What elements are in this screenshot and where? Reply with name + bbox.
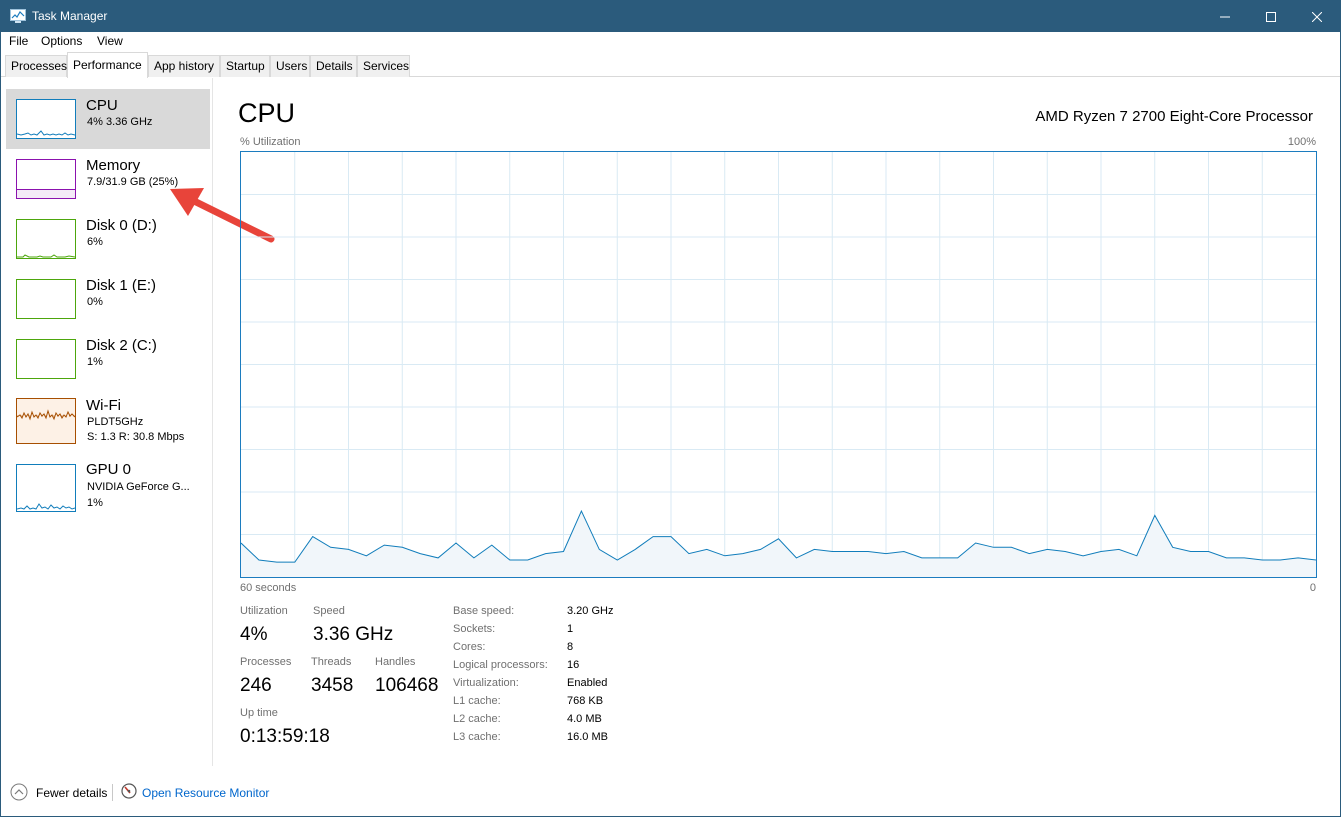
logical-processors-label: Logical processors: bbox=[453, 659, 548, 671]
tab-processes[interactable]: Processes bbox=[5, 55, 67, 77]
sidebar-wifi-ssid: PLDT5GHz bbox=[87, 416, 144, 428]
sidebar-cpu-sub: 4% 3.36 GHz bbox=[87, 116, 153, 128]
handles-label: Handles bbox=[375, 656, 416, 668]
sidebar-item-cpu[interactable]: CPU 4% 3.36 GHz bbox=[6, 89, 210, 149]
open-resource-monitor-link[interactable]: Open Resource Monitor bbox=[142, 786, 269, 800]
l1-cache-value: 768 KB bbox=[567, 695, 604, 707]
uptime-label: Up time bbox=[240, 707, 278, 719]
graph-y-label: % Utilization bbox=[240, 136, 301, 148]
sidebar-cpu-title: CPU bbox=[86, 97, 118, 114]
tab-app-history[interactable]: App history bbox=[148, 55, 220, 77]
sidebar-wifi-title: Wi-Fi bbox=[86, 397, 121, 414]
sidebar-item-memory[interactable]: Memory 7.9/31.9 GB (25%) bbox=[6, 149, 210, 209]
sidebar-disk-1-title: Disk 1 (E:) bbox=[86, 277, 157, 294]
logical-processors-value: 16 bbox=[567, 659, 580, 671]
sidebar-disk-1-sub: 0% bbox=[87, 296, 103, 308]
disk-0-thumbnail-graph bbox=[16, 219, 76, 259]
sidebar-memory-title: Memory bbox=[86, 157, 141, 174]
memory-thumbnail-graph bbox=[16, 159, 76, 199]
tab-bar: Processes Performance App history Startu… bbox=[1, 52, 1340, 78]
tab-performance[interactable]: Performance bbox=[67, 52, 148, 78]
sidebar-wifi-throughput: S: 1.3 R: 30.8 Mbps bbox=[87, 431, 185, 443]
threads-value: 3458 bbox=[311, 675, 354, 696]
gpu-0-thumbnail-graph bbox=[16, 464, 76, 512]
processor-model: AMD Ryzen 7 2700 Eight-Core Processor bbox=[1035, 108, 1313, 125]
base-speed-value: 3.20 GHz bbox=[567, 605, 614, 617]
uptime-value: 0:13:59:18 bbox=[240, 726, 330, 747]
cpu-utilization-graph bbox=[240, 151, 1317, 578]
title-bar[interactable]: Task Manager bbox=[1, 1, 1340, 32]
maximize-icon bbox=[1266, 11, 1276, 22]
virtualization-value: Enabled bbox=[567, 677, 608, 689]
sidebar-item-disk-1[interactable]: Disk 1 (E:) 0% bbox=[6, 269, 210, 329]
base-speed-label: Base speed: bbox=[453, 605, 515, 617]
sidebar-gpu-0-sub: 1% bbox=[87, 497, 103, 509]
cpu-utilization-chart bbox=[241, 152, 1316, 577]
speed-label: Speed bbox=[313, 605, 345, 617]
sidebar-item-gpu-0[interactable]: GPU 0 NVIDIA GeForce G... 1% bbox=[6, 455, 210, 515]
fewer-details-button[interactable]: Fewer details bbox=[36, 786, 107, 800]
l3-cache-value: 16.0 MB bbox=[567, 731, 608, 743]
menu-view[interactable]: View bbox=[97, 34, 123, 48]
cpu-detail-panel: CPU AMD Ryzen 7 2700 Eight-Core Processo… bbox=[214, 78, 1340, 766]
utilization-value: 4% bbox=[240, 624, 268, 645]
tab-details[interactable]: Details bbox=[310, 55, 357, 77]
menu-options[interactable]: Options bbox=[41, 34, 82, 48]
maximize-button[interactable] bbox=[1248, 1, 1294, 32]
sidebar-disk-2-sub: 1% bbox=[87, 356, 103, 368]
minimize-button[interactable] bbox=[1202, 1, 1248, 32]
disk-2-thumbnail-graph bbox=[16, 339, 76, 379]
l2-cache-value: 4.0 MB bbox=[567, 713, 602, 725]
sidebar-memory-sub: 7.9/31.9 GB (25%) bbox=[87, 176, 179, 188]
minimize-icon bbox=[1220, 16, 1230, 17]
wifi-thumbnail-graph bbox=[16, 398, 76, 444]
l2-cache-label: L2 cache: bbox=[453, 713, 501, 725]
tab-users[interactable]: Users bbox=[270, 55, 310, 77]
processes-label: Processes bbox=[240, 656, 292, 668]
sidebar-gpu-0-title: GPU 0 bbox=[86, 461, 132, 478]
cores-value: 8 bbox=[567, 641, 574, 653]
sidebar-gpu-0-name: NVIDIA GeForce G... bbox=[87, 481, 190, 493]
virtualization-label: Virtualization: bbox=[453, 677, 519, 689]
l1-cache-label: L1 cache: bbox=[453, 695, 501, 707]
footer-divider bbox=[112, 784, 113, 801]
sidebar-item-wifi[interactable]: Wi-Fi PLDT5GHz S: 1.3 R: 30.8 Mbps bbox=[6, 389, 210, 449]
sidebar-disk-2-title: Disk 2 (C:) bbox=[86, 337, 157, 354]
sockets-value: 1 bbox=[567, 623, 574, 635]
graph-x-min-label: 0 bbox=[1309, 582, 1316, 594]
sidebar-disk-0-title: Disk 0 (D:) bbox=[86, 217, 157, 234]
window-title: Task Manager bbox=[32, 9, 108, 23]
footer-bar: Fewer details Open Resource Monitor bbox=[1, 766, 1340, 816]
task-manager-app-icon bbox=[10, 9, 26, 23]
graph-x-label: 60 seconds bbox=[240, 582, 297, 594]
sidebar-disk-0-sub: 6% bbox=[87, 236, 103, 248]
threads-label: Threads bbox=[311, 656, 352, 668]
sockets-label: Sockets: bbox=[453, 623, 496, 635]
close-button[interactable] bbox=[1294, 1, 1340, 32]
tab-services[interactable]: Services bbox=[357, 55, 410, 77]
resource-sidebar: CPU 4% 3.36 GHz Memory 7.9/31.9 GB (25%)… bbox=[1, 78, 213, 766]
graph-y-max-label: 100% bbox=[1287, 136, 1316, 148]
disk-1-thumbnail-graph bbox=[16, 279, 76, 319]
resource-monitor-icon bbox=[121, 783, 137, 799]
sidebar-item-disk-0[interactable]: Disk 0 (D:) 6% bbox=[6, 209, 210, 269]
task-manager-window: Task Manager File Options View Processes… bbox=[0, 0, 1341, 817]
cores-label: Cores: bbox=[453, 641, 486, 653]
handles-value: 106468 bbox=[375, 675, 439, 696]
close-icon bbox=[1312, 11, 1322, 22]
utilization-label: Utilization bbox=[240, 605, 288, 617]
processes-value: 246 bbox=[240, 675, 272, 696]
menu-file[interactable]: File bbox=[9, 34, 28, 48]
page-title: CPU bbox=[238, 98, 296, 128]
menu-bar: File Options View bbox=[1, 32, 1340, 52]
tab-startup[interactable]: Startup bbox=[220, 55, 270, 77]
sidebar-item-disk-2[interactable]: Disk 2 (C:) 1% bbox=[6, 329, 210, 389]
cpu-thumbnail-graph bbox=[16, 99, 76, 139]
chevron-up-circle-icon[interactable] bbox=[10, 783, 28, 801]
speed-value: 3.36 GHz bbox=[313, 624, 394, 645]
l3-cache-label: L3 cache: bbox=[453, 731, 501, 743]
